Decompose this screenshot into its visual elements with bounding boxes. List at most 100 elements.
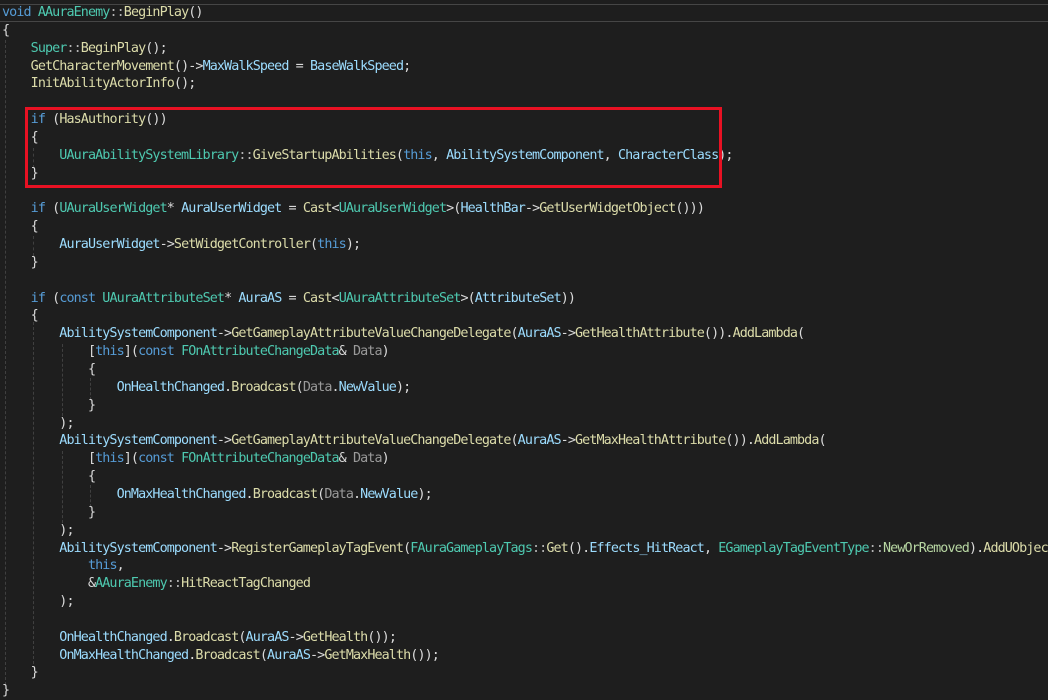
code-token: GetGameplayAttributeValueChangeDelegate: [231, 326, 511, 342]
code-token: AuraUserWidget: [181, 201, 282, 217]
code-token: ());: [410, 647, 440, 663]
code-token: GetMaxHealthAttribute: [574, 433, 726, 449]
code-line[interactable]: this,: [2, 557, 125, 575]
code-line[interactable]: &AAuraEnemy::HitReactTagChanged: [2, 575, 311, 593]
code-token: ());: [367, 629, 397, 645]
code-line[interactable]: );: [2, 415, 74, 433]
code-token: AuraAS: [245, 629, 290, 645]
code-token: Broadcast: [252, 486, 318, 502]
code-token: &: [338, 451, 353, 467]
code-line[interactable]: AbilitySystemComponent->RegisterGameplay…: [2, 540, 1048, 558]
code-token: );: [2, 522, 74, 538]
code-token: Broadcast: [173, 629, 239, 645]
code-token: <: [331, 290, 340, 306]
code-token: ,: [116, 558, 125, 574]
code-token: >(: [446, 201, 461, 217]
code-token: AbilitySystemComponent: [59, 540, 217, 556]
code-token: BaseWalkSpeed: [310, 58, 404, 74]
code-token: OnHealthChanged: [59, 629, 167, 645]
code-line[interactable]: {: [2, 22, 10, 40]
code-token: Broadcast: [195, 647, 260, 663]
code-line[interactable]: AuraUserWidget->SetWidgetController(this…: [2, 236, 361, 254]
code-token: AAuraEnemy: [37, 5, 111, 20]
code-token: AbilitySystemComponent: [59, 326, 217, 342]
code-line[interactable]: OnHealthChanged.Broadcast(AuraAS->GetHea…: [2, 629, 397, 647]
code-token: (: [44, 201, 60, 217]
code-line[interactable]: {: [2, 218, 39, 236]
code-token: }: [2, 665, 39, 681]
code-token: this: [95, 344, 125, 360]
code-token: ->: [560, 433, 576, 449]
code-token: BeginPlay: [80, 40, 146, 56]
code-token: NewOrRemoved: [883, 540, 970, 556]
code-line[interactable]: {: [2, 361, 96, 379]
code-token: ())): [675, 201, 705, 217]
code-token: ::: [868, 540, 884, 556]
code-line[interactable]: }: [2, 504, 96, 522]
code-token: BeginPlay: [123, 5, 189, 20]
code-line[interactable]: Super::BeginPlay();: [2, 40, 168, 58]
code-line[interactable]: );: [2, 593, 74, 611]
code-line[interactable]: OnMaxHealthChanged.Broadcast(Data.NewVal…: [2, 486, 433, 504]
code-line[interactable]: OnHealthChanged.Broadcast(Data.NewValue)…: [2, 379, 412, 397]
code-token: ->: [159, 237, 175, 253]
code-token: if: [30, 201, 46, 217]
code-line[interactable]: if (UAuraUserWidget* AuraUserWidget = Ca…: [2, 200, 705, 218]
code-line[interactable]: {: [2, 307, 39, 325]
code-line[interactable]: if (const UAuraAttributeSet* AuraAS = Ca…: [2, 290, 576, 308]
code-line[interactable]: AbilitySystemComponent->GetGameplayAttri…: [2, 325, 805, 343]
code-line[interactable]: }: [2, 397, 96, 415]
code-line[interactable]: }: [2, 664, 39, 682]
code-line[interactable]: );: [2, 522, 74, 540]
code-token: );: [345, 237, 361, 253]
code-token: GetHealthAttribute: [574, 326, 705, 342]
code-token: Cast: [302, 201, 333, 217]
code-token: ](: [123, 344, 139, 360]
code-token: AuraAS: [517, 326, 562, 342]
code-line[interactable]: OnMaxHealthChanged.Broadcast(AuraAS->Get…: [2, 647, 440, 665]
code-token: }: [2, 397, 96, 413]
code-line[interactable]: }: [2, 254, 39, 272]
code-token: const: [59, 290, 96, 306]
code-token: UAuraAttributeSet: [338, 290, 462, 306]
code-token: FAuraGameplayTags: [410, 540, 533, 556]
code-token: }: [2, 254, 39, 270]
code-token: HitReactTagChanged: [181, 576, 311, 592]
code-token: ::: [532, 540, 547, 556]
code-line[interactable]: AbilitySystemComponent->GetGameplayAttri…: [2, 432, 826, 450]
code-token: ();: [173, 76, 196, 92]
code-token: );: [2, 415, 74, 431]
code-line[interactable]: [this](const FOnAttributeChangeData& Dat…: [2, 450, 390, 468]
code-token: Get: [546, 540, 568, 556]
code-line[interactable]: void AAuraEnemy::BeginPlay(): [2, 4, 203, 22]
code-line[interactable]: GetCharacterMovement()->MaxWalkSpeed = B…: [2, 58, 412, 76]
code-token: ->: [524, 201, 540, 217]
code-line[interactable]: }: [2, 682, 10, 700]
code-line[interactable]: [this](const FOnAttributeChangeData& Dat…: [2, 343, 390, 361]
code-token: ->: [216, 433, 232, 449]
code-editor[interactable]: void AAuraEnemy::BeginPlay(){ Super::Beg…: [0, 0, 1048, 700]
code-line[interactable]: {: [2, 468, 96, 486]
code-token: ): [381, 451, 390, 467]
code-token: ->: [560, 326, 576, 342]
code-token: OnMaxHealthChanged: [116, 486, 247, 502]
code-token: ->: [216, 326, 232, 342]
code-token: *: [224, 290, 239, 306]
code-token: {: [2, 362, 96, 377]
code-token: {: [2, 219, 39, 235]
code-token: AttributeSet: [474, 290, 562, 306]
code-token: MaxWalkSpeed: [202, 58, 290, 74]
code-line[interactable]: InitAbilityActorInfo();: [2, 75, 197, 93]
code-token: AAuraEnemy: [95, 576, 168, 592]
code-token: ()).: [703, 326, 734, 342]
code-token: FOnAttributeChangeData: [181, 344, 339, 360]
code-token: ::: [66, 40, 81, 56]
code-token: *: [166, 201, 182, 217]
